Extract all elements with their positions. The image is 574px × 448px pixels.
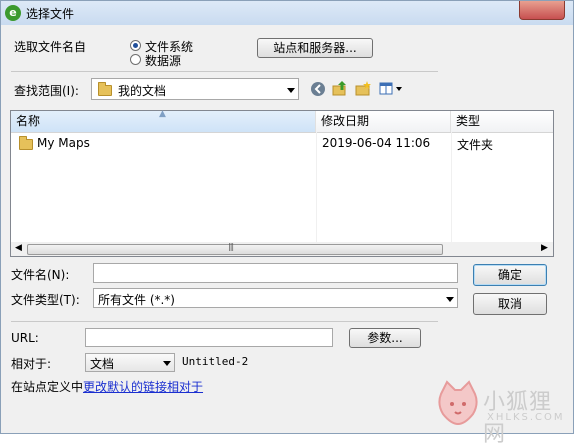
scrollbar-thumb[interactable]: ||| [27, 242, 443, 255]
relative-to-dropdown[interactable]: 文档 [85, 353, 175, 372]
dreamweaver-app-icon: e [5, 5, 21, 21]
view-menu-arrow-icon[interactable] [396, 87, 402, 91]
table-row[interactable]: My Maps 2019-06-04 11:06 文件夹 [11, 133, 553, 153]
scroll-left-icon[interactable]: ◀ [15, 243, 22, 253]
relative-to-value: 文档 [90, 357, 115, 371]
filename-input[interactable] [93, 263, 458, 283]
document-name: Untitled-2 [182, 355, 249, 368]
site-definition-note: 在站点定义中更改默认的链接相对于 [11, 378, 203, 395]
column-header-type[interactable]: 类型 [451, 111, 553, 132]
up-folder-icon[interactable] [332, 80, 348, 96]
lookin-dropdown[interactable]: 我的文档 [91, 78, 299, 100]
radio-data-source-label[interactable]: 数据源 [145, 52, 181, 69]
radio-data-source[interactable] [130, 54, 141, 65]
url-label: URL: [11, 331, 39, 345]
row-type: 文件夹 [457, 138, 494, 152]
radio-file-system[interactable] [130, 40, 141, 51]
window-title: 选择文件 [26, 7, 75, 21]
lookin-value: 我的文档 [118, 84, 167, 98]
filetype-label: 文件类型(T): [11, 293, 80, 307]
folder-icon [98, 82, 112, 96]
separator [11, 71, 438, 72]
filename-label: 文件名(N): [11, 268, 70, 282]
row-modified: 2019-06-04 11:06 [322, 136, 431, 150]
view-menu-icon[interactable] [379, 81, 395, 97]
footer-prefix: 在站点定义中 [11, 380, 84, 394]
list-header: 名称 ▲ 修改日期 类型 [11, 109, 553, 133]
new-folder-icon[interactable] [355, 81, 371, 97]
select-file-dialog: e 选择文件 选取文件名自 文件系统 数据源 站点和服务器... 查找范围(I)… [0, 0, 574, 447]
change-default-link[interactable]: 更改默认的链接相对于 [83, 380, 203, 394]
row-name: My Maps [37, 136, 90, 150]
sites-and-servers-button[interactable]: 站点和服务器... [257, 38, 373, 58]
sort-up-icon: ▲ [159, 109, 166, 119]
separator [11, 321, 438, 322]
ok-button[interactable]: 确定 [473, 264, 547, 286]
relative-to-label: 相对于: [11, 357, 52, 371]
grip-icon: ||| [228, 242, 234, 251]
select-from-label: 选取文件名自 [14, 40, 87, 54]
watermark: 小狐狸网 XHLKS.COM [431, 376, 573, 447]
watermark-subtext: XHLKS.COM [487, 412, 565, 423]
scroll-right-icon[interactable]: ▶ [541, 243, 548, 253]
title-bar[interactable]: e 选择文件 [1, 1, 573, 25]
close-button[interactable] [519, 1, 565, 20]
file-list[interactable]: 名称 ▲ 修改日期 类型 My Maps 2019-06-04 11:06 文件… [10, 109, 554, 257]
fox-logo-icon [438, 380, 478, 426]
filetype-dropdown[interactable]: 所有文件 (*.*) [93, 288, 458, 308]
cancel-button[interactable]: 取消 [473, 293, 547, 315]
chevron-down-icon [287, 88, 295, 93]
column-header-modified[interactable]: 修改日期 [316, 111, 451, 132]
folder-icon [19, 136, 33, 150]
horizontal-scrollbar[interactable]: ◀ ||| ▶ [11, 242, 553, 256]
parameters-button[interactable]: 参数... [349, 328, 421, 348]
url-input[interactable] [85, 328, 333, 347]
lookin-label: 查找范围(I): [14, 84, 79, 98]
chevron-down-icon [446, 297, 454, 302]
back-icon[interactable] [310, 81, 326, 97]
chevron-down-icon [163, 361, 171, 366]
filetype-value: 所有文件 (*.*) [98, 293, 175, 307]
